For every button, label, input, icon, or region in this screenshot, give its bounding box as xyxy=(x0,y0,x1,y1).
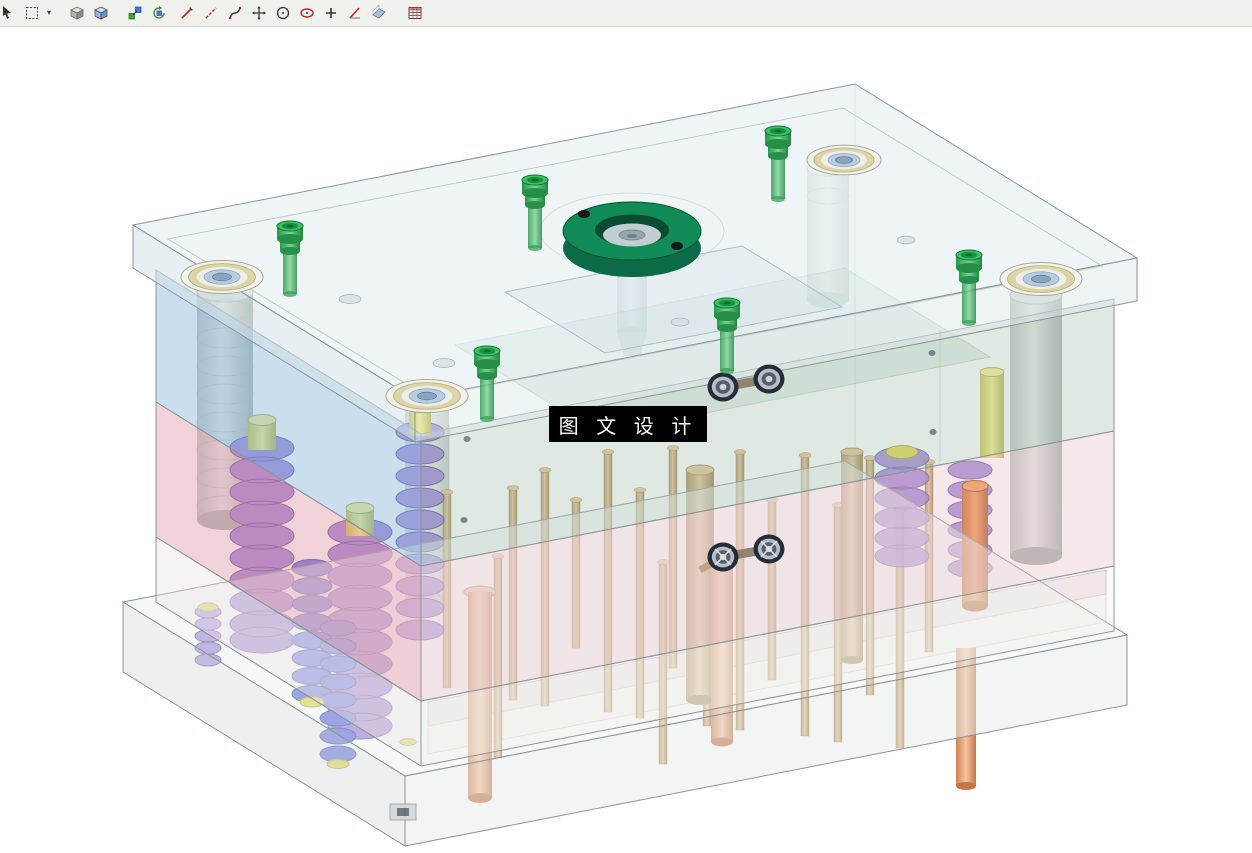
fitting-upper-right[interactable] xyxy=(753,364,785,394)
selection-rectangle-tool[interactable]: ▾ xyxy=(20,2,54,24)
locating-ring[interactable] xyxy=(562,201,702,277)
selection-rectangle-icon[interactable] xyxy=(21,2,43,24)
fitting-lower-left[interactable] xyxy=(707,542,739,572)
spline-icon[interactable] xyxy=(224,2,246,24)
fitting-upper-left[interactable] xyxy=(707,372,739,402)
watermark-label: 图 文 设 计 xyxy=(549,406,707,442)
view-face-icon[interactable] xyxy=(368,2,390,24)
toolbar: ▾ xyxy=(0,0,1252,27)
pointer-icon[interactable] xyxy=(0,2,19,24)
move-component-icon[interactable] xyxy=(124,2,146,24)
fitting-lower-right[interactable] xyxy=(753,534,785,564)
line-icon[interactable] xyxy=(176,2,198,24)
app-window: { "window": { "width": 1252, "height": 8… xyxy=(0,0,1252,853)
centerline-icon[interactable] xyxy=(200,2,222,24)
mold-plates[interactable] xyxy=(121,83,1139,847)
ellipse-icon[interactable] xyxy=(296,2,318,24)
plus-icon[interactable] xyxy=(320,2,342,24)
dropdown-arrow-icon[interactable]: ▾ xyxy=(44,2,54,24)
viewport[interactable]: 图 文 设 计 xyxy=(0,0,1252,853)
rotate-component-icon[interactable] xyxy=(148,2,170,24)
angle-line-icon[interactable] xyxy=(344,2,366,24)
circle-icon[interactable] xyxy=(272,2,294,24)
design-table-icon[interactable] xyxy=(404,2,426,24)
shaded-cube-icon[interactable] xyxy=(90,2,112,24)
clamp-slot xyxy=(389,803,417,821)
isometric-cube-icon[interactable] xyxy=(66,2,88,24)
move-cross-icon[interactable] xyxy=(248,2,270,24)
